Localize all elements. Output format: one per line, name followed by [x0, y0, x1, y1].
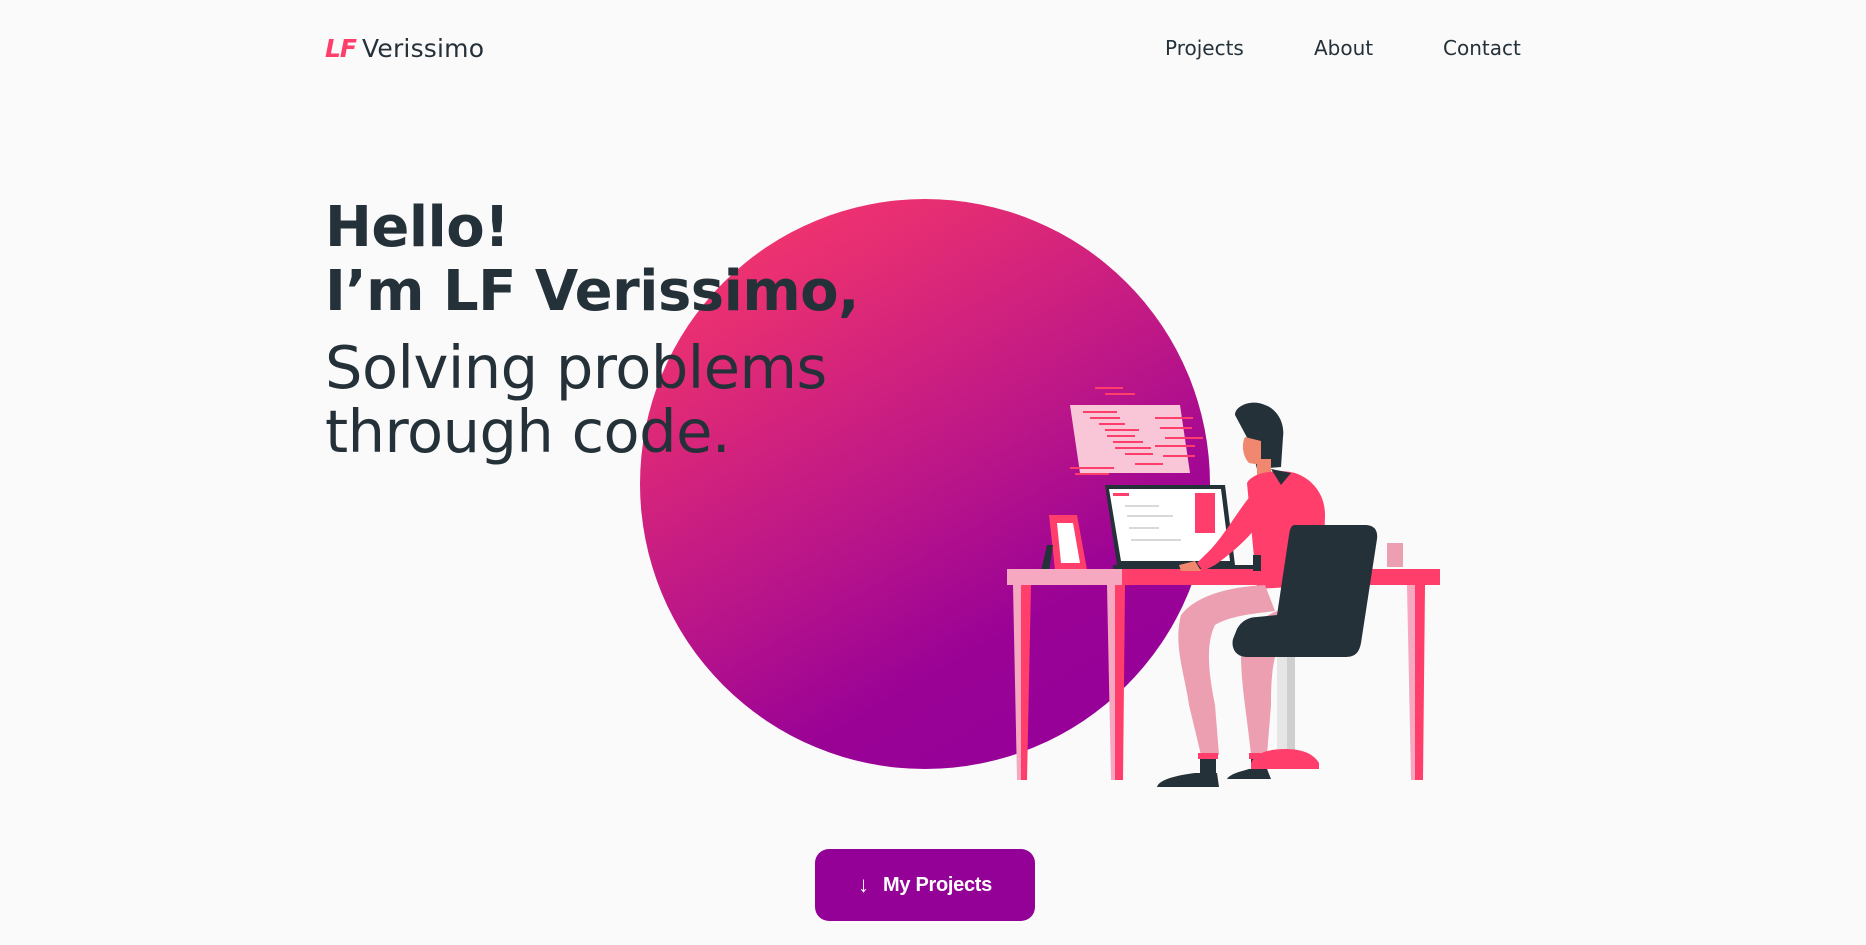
tagline-line-1: Solving problems — [325, 333, 827, 402]
main-nav: Projects About Contact — [0, 36, 1866, 62]
tagline-line-2: through code. — [325, 397, 731, 466]
hero-text: Hello! I’m LF Verissimo, Solving problem… — [325, 196, 859, 464]
developer-at-desk-illustration — [1007, 387, 1440, 787]
nav-about[interactable]: About — [1314, 36, 1373, 60]
floating-code-window — [1070, 387, 1203, 475]
nav-projects[interactable]: Projects — [1165, 36, 1244, 60]
hero-tagline: Solving problems through code. — [325, 336, 859, 464]
my-projects-label: My Projects — [883, 873, 992, 896]
cup — [1387, 543, 1403, 567]
picture-frame — [1041, 515, 1087, 571]
greeting-line-1: Hello! — [325, 195, 510, 260]
page: LF Verissimo Projects About Contact Hell… — [0, 0, 1866, 945]
my-projects-button[interactable]: ↓ My Projects — [815, 849, 1035, 921]
greeting-line-2: I’m LF Verissimo, — [325, 259, 859, 324]
nav-contact[interactable]: Contact — [1443, 36, 1521, 60]
arrow-down-icon: ↓ — [858, 872, 870, 897]
hero-greeting: Hello! I’m LF Verissimo, — [325, 196, 859, 324]
